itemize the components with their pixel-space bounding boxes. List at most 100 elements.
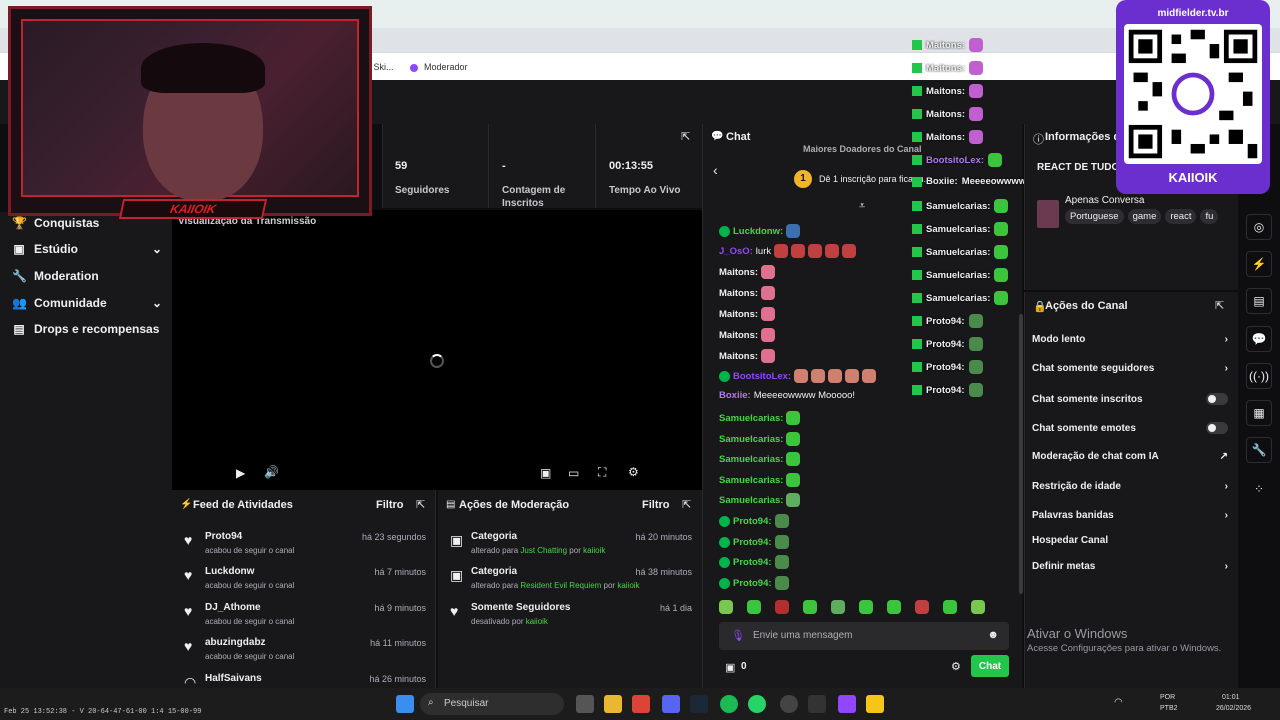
chat-username[interactable]: Samuelcarias: (719, 434, 783, 445)
emotes-only-toggle[interactable] (1206, 422, 1228, 434)
subscribers-only-toggle[interactable] (1206, 393, 1228, 405)
popout-icon[interactable]: ⇱ (416, 498, 425, 511)
action-followers-only[interactable]: Chat somente seguidores › (1032, 363, 1228, 374)
bookmark-moderador[interactable]: Moderador (410, 62, 468, 72)
play-icon[interactable]: ▶ (236, 466, 245, 480)
chat-input[interactable]: 🎙 Envie uma mensagem ☻ (719, 622, 1009, 650)
extensions-icon[interactable]: ⁘ (1254, 482, 1264, 496)
emote-icon[interactable] (803, 600, 817, 614)
clock-time[interactable]: 01:01 (1222, 694, 1240, 701)
chat-username[interactable]: Samuelcarias: (719, 475, 783, 486)
whatsapp-icon[interactable] (748, 695, 766, 713)
chat-scrollbar[interactable] (1019, 314, 1023, 594)
action-banned-words[interactable]: Palavras banidas › (1032, 510, 1228, 521)
action-emotes-only[interactable]: Chat somente emotes (1032, 422, 1228, 434)
chat-username[interactable]: Boxiie: (719, 390, 751, 401)
emote-icon (988, 153, 1003, 167)
emote-icon[interactable] (943, 600, 957, 614)
tag[interactable]: fu (1200, 209, 1219, 224)
action-subscribers-only[interactable]: Chat somente inscritos (1032, 393, 1228, 405)
sidebar-item-moderation[interactable]: 🔧 Moderation (12, 269, 162, 283)
feed-filter-button[interactable]: Filtro (376, 499, 404, 511)
chat-username[interactable]: Luckdonw: (733, 226, 783, 237)
moderation-filter-button[interactable]: Filtro (642, 499, 670, 511)
emote-icon[interactable] (775, 600, 789, 614)
windows-start-icon[interactable] (396, 695, 414, 713)
emote-icon (761, 286, 776, 300)
gift-rank-badge: 1 (794, 170, 812, 188)
broadcast-icon[interactable]: ((·)) (1246, 363, 1272, 389)
action-slow-mode[interactable]: Modo lento › (1032, 334, 1228, 345)
wifi-icon[interactable]: ◠ (1114, 697, 1123, 708)
chat-settings-icon[interactable]: ⚙ (951, 660, 961, 673)
app-icon[interactable] (808, 695, 826, 713)
chat-send-button[interactable]: Chat (971, 655, 1009, 677)
category-name[interactable]: Apenas Conversa (1065, 195, 1145, 206)
popout-icon[interactable]: ⇱ (1215, 299, 1224, 312)
sidebar-item-drops[interactable]: ▤ Drops e recompensas (12, 322, 162, 336)
chat-bubble-icon[interactable]: 💬 (1246, 326, 1272, 352)
app-icon[interactable] (866, 695, 884, 713)
discord-icon[interactable] (662, 695, 680, 713)
steam-icon[interactable] (690, 695, 708, 713)
spotify-icon[interactable] (720, 695, 738, 713)
chat-username[interactable]: Maitons: (719, 330, 758, 341)
action-ai-moderation[interactable]: Moderação de chat com IA ↗ (1032, 451, 1228, 462)
settings-gear-icon[interactable]: ⚙ (628, 465, 639, 479)
emote-icon[interactable] (859, 600, 873, 614)
taskbar-search[interactable]: ⌕ Pesquisar (420, 693, 564, 715)
chat-username[interactable]: Maitons: (719, 267, 758, 278)
chat-username[interactable]: BootsitoLex: (733, 371, 791, 382)
chat-message: Samuelcarias: (719, 452, 801, 466)
document-icon[interactable]: ▤ (1246, 288, 1272, 314)
sidebar-item-comunidade[interactable]: 👥 Comunidade ⌄ (12, 296, 162, 310)
scroll-down-icon[interactable]: ⩡ (859, 200, 865, 213)
emote-icon[interactable] (719, 600, 733, 614)
chat-username[interactable]: Maitons: (719, 309, 758, 320)
chat-username[interactable]: Proto94: (733, 537, 772, 548)
wrench-icon[interactable]: 🔧 (1246, 437, 1272, 463)
lightning-icon[interactable]: ⚡ (1246, 251, 1272, 277)
twitch-icon[interactable] (838, 695, 856, 713)
feed-title: Feed de Atividades (193, 499, 293, 511)
emote-icon[interactable] (831, 600, 845, 614)
task-view-icon[interactable] (576, 695, 594, 713)
theater-icon[interactable]: ▭ (568, 466, 579, 480)
emoji-icon[interactable]: ☻ (987, 629, 999, 641)
chat-username[interactable]: Samuelcarias: (719, 495, 783, 506)
chevron-left-icon[interactable]: ‹ (713, 162, 718, 178)
action-set-goals[interactable]: Definir metas › (1032, 561, 1228, 572)
chat-username[interactable]: Proto94: (733, 578, 772, 589)
emote-icon[interactable] (915, 600, 929, 614)
microphone-icon[interactable]: 🎙 (731, 629, 745, 642)
sidebar-item-estudio[interactable]: ▣ Estúdio ⌄ (12, 242, 162, 256)
chat-username[interactable]: Proto94: (733, 516, 772, 527)
popout-icon[interactable]: ⇱ (681, 130, 690, 143)
chat-username[interactable]: Maitons: (719, 351, 758, 362)
chat-username[interactable]: Samuelcarias: (719, 413, 783, 424)
emote-icon[interactable] (971, 600, 985, 614)
fullscreen-icon[interactable]: ⛶ (598, 465, 606, 480)
volume-icon[interactable]: 🔊 (264, 465, 279, 479)
chat-username[interactable]: Samuelcarias: (719, 454, 783, 465)
chat-username[interactable]: Proto94: (733, 557, 772, 568)
clip-icon[interactable]: ◎ (1246, 214, 1272, 240)
chat-username[interactable]: Maitons: (719, 288, 758, 299)
layout-icon[interactable]: ▦ (1246, 400, 1272, 426)
popout-icon[interactable]: ⇱ (682, 498, 691, 511)
action-host-channel[interactable]: Hospedar Canal (1032, 535, 1228, 546)
miniplayer-icon[interactable]: ▣ (540, 466, 551, 480)
file-explorer-icon[interactable] (604, 695, 622, 713)
tag[interactable]: Portuguese (1065, 209, 1124, 224)
tag[interactable]: react (1165, 209, 1197, 224)
points-icon[interactable]: ▣ (725, 661, 735, 674)
drops-icon: ▤ (13, 322, 25, 336)
tag[interactable]: game (1127, 209, 1162, 224)
emote-icon[interactable] (887, 600, 901, 614)
chat-username[interactable]: J_OsO: (719, 246, 753, 257)
emote-icon[interactable] (747, 600, 761, 614)
action-age-restriction[interactable]: Restrição de idade › (1032, 481, 1228, 492)
chrome-icon[interactable] (632, 695, 650, 713)
obs-icon[interactable] (780, 695, 798, 713)
language-indicator[interactable]: POR (1160, 694, 1175, 701)
